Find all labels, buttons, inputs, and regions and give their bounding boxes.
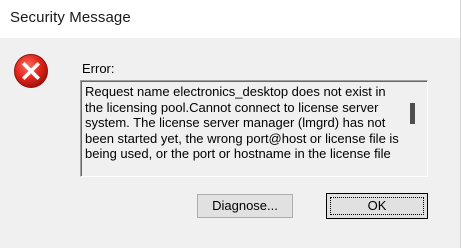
ok-button-label: OK xyxy=(367,198,387,213)
diagnose-button[interactable]: Diagnose... xyxy=(197,194,293,218)
security-message-dialog: Security Message Error: Request name ele… xyxy=(0,0,461,248)
scrollbar-thumb[interactable] xyxy=(410,103,415,124)
window-title: Security Message xyxy=(10,9,131,26)
error-message-text: Request name electronics_desktop does no… xyxy=(85,84,399,161)
error-message-box[interactable]: Request name electronics_desktop does no… xyxy=(80,80,428,177)
title-bar[interactable]: Security Message xyxy=(0,0,460,38)
ok-button[interactable]: OK xyxy=(326,193,428,219)
error-icon xyxy=(14,54,48,88)
error-label: Error: xyxy=(82,61,115,76)
